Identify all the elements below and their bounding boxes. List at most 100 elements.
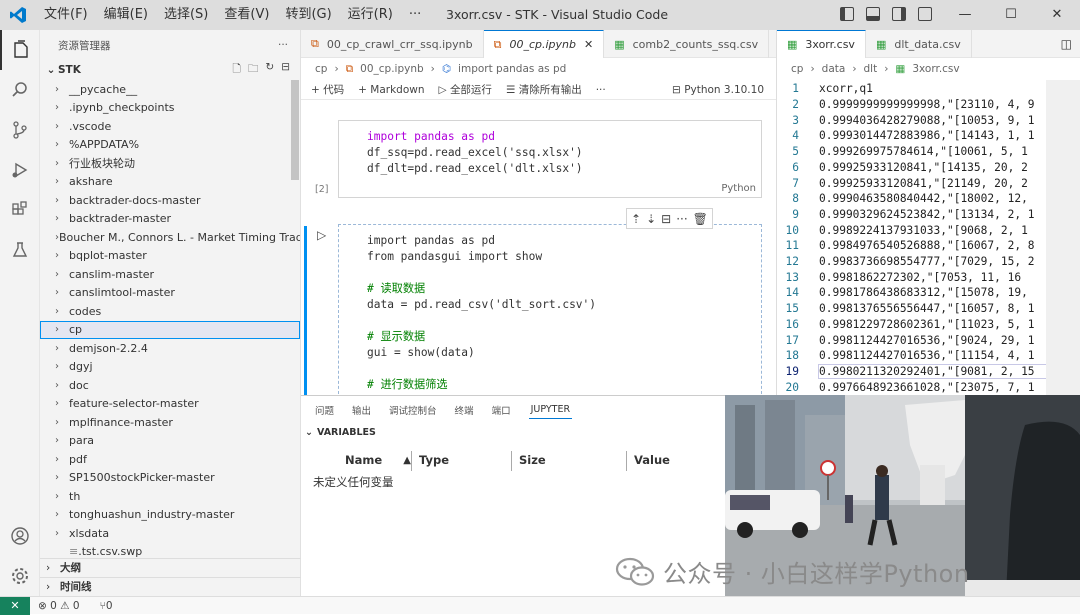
menu-go[interactable]: 转到(G) xyxy=(277,0,339,30)
cell-2-code[interactable]: import pandas as pd from pandasgui impor… xyxy=(339,225,761,393)
split-cell-icon[interactable]: ⊟ xyxy=(661,212,671,226)
tree-folder[interactable]: › tonghuashun_industry-master xyxy=(40,506,300,525)
workspace-root[interactable]: ⌄ STK 🗋 🗀 ↻ ⊟ xyxy=(40,60,300,80)
panel-tab-ports[interactable]: 端口 xyxy=(492,403,511,417)
toggle-panel-icon[interactable] xyxy=(866,7,880,21)
execute-above-icon[interactable]: ⇡ xyxy=(631,212,641,226)
maximize-button[interactable]: ☐ xyxy=(988,0,1034,30)
kernel-picker[interactable]: ⊟ Python 3.10.10 xyxy=(672,84,776,96)
tree-folder[interactable]: › canslimtool-master xyxy=(40,284,300,303)
toolbar-more-button[interactable]: ··· xyxy=(596,84,606,96)
tab-crawl-notebook[interactable]: ⧉ 00_cp_crawl_crr_ssq.ipynb xyxy=(301,30,484,58)
code-cell-2[interactable]: import pandas as pd from pandasgui impor… xyxy=(338,224,762,399)
tree-folder[interactable]: › %APPDATA% xyxy=(40,136,300,155)
breadcrumb-item[interactable]: import pandas as pd xyxy=(458,63,566,75)
clear-outputs-button[interactable]: ☰ 清除所有输出 xyxy=(506,82,582,97)
tree-folder[interactable]: › th xyxy=(40,487,300,506)
close-button[interactable]: ✕ xyxy=(1034,0,1080,30)
menu-run[interactable]: 运行(R) xyxy=(340,0,401,30)
breadcrumb-item[interactable]: 00_cp.ipynb xyxy=(360,63,424,75)
ports-status[interactable]: ⑂0 xyxy=(100,600,113,612)
tab-cp-notebook[interactable]: ⧉ 00_cp.ipynb ✕ xyxy=(483,30,605,58)
minimap[interactable] xyxy=(1046,80,1080,395)
tree-folder[interactable]: › __pycache__ xyxy=(40,80,300,99)
split-editor-icon[interactable]: ◫ xyxy=(1053,30,1080,57)
add-code-button[interactable]: + 代码 xyxy=(311,82,344,97)
refresh-icon[interactable]: ↻ xyxy=(265,61,274,79)
minimize-button[interactable]: — xyxy=(942,0,988,30)
tree-folder[interactable]: › .vscode xyxy=(40,117,300,136)
tree-folder[interactable]: › canslim-master xyxy=(40,265,300,284)
settings-gear-icon[interactable] xyxy=(0,556,40,596)
explorer-icon[interactable] xyxy=(0,30,40,70)
close-tab-icon[interactable]: ✕ xyxy=(584,38,593,51)
menu-more[interactable]: ··· xyxy=(401,0,429,30)
collapse-all-icon[interactable]: ⊟ xyxy=(281,61,290,79)
toggle-sidebar-icon[interactable] xyxy=(840,7,854,21)
tree-folder[interactable]: › dgyj xyxy=(40,358,300,377)
tab-3xorr-csv[interactable]: ▦ 3xorr.csv xyxy=(777,30,866,58)
source-control-icon[interactable] xyxy=(0,110,40,150)
account-icon[interactable] xyxy=(0,516,40,556)
breadcrumb-item[interactable]: cp xyxy=(315,63,327,75)
tree-folder[interactable]: › xlsdata xyxy=(40,524,300,543)
breadcrumb-item[interactable]: data xyxy=(822,63,846,75)
breadcrumb-item[interactable]: cp xyxy=(791,63,803,75)
execute-below-icon[interactable]: ⇣ xyxy=(646,212,656,226)
panel-tab-jupyter[interactable]: JUPYTER xyxy=(528,401,573,419)
tree-folder[interactable]: › mplfinance-master xyxy=(40,413,300,432)
breadcrumb-item[interactable]: 3xorr.csv xyxy=(912,63,959,75)
delete-cell-icon[interactable]: 🗑 xyxy=(693,212,708,226)
new-file-icon[interactable]: 🗋 xyxy=(232,61,240,79)
tree-folder[interactable]: › codes xyxy=(40,302,300,321)
panel-tab-terminal[interactable]: 终端 xyxy=(455,403,474,417)
sidebar-scrollbar[interactable] xyxy=(291,80,299,180)
panel-tab-output[interactable]: 输出 xyxy=(352,403,371,417)
run-debug-icon[interactable] xyxy=(0,150,40,190)
menu-edit[interactable]: 编辑(E) xyxy=(96,0,156,30)
panel-tab-problems[interactable]: 问题 xyxy=(315,403,334,417)
run-cell-icon[interactable]: ▷ xyxy=(317,228,326,242)
column-size[interactable]: Size xyxy=(511,448,626,472)
timeline-section[interactable]: › 时间线 xyxy=(40,577,301,595)
cell-language[interactable]: Python xyxy=(721,183,756,194)
column-name[interactable]: Name ▲ xyxy=(313,448,411,472)
cell-more-icon[interactable]: ··· xyxy=(676,212,687,226)
tree-folder[interactable]: › doc xyxy=(40,376,300,395)
tree-folder[interactable]: › 行业板块轮动 xyxy=(40,154,300,173)
tree-folder[interactable]: › backtrader-master xyxy=(40,210,300,229)
add-markdown-button[interactable]: + Markdown xyxy=(358,84,424,96)
tree-folder[interactable]: › Boucher M., Connors L. - Market Timing … xyxy=(40,228,300,247)
customize-layout-icon[interactable] xyxy=(918,7,932,21)
menu-selection[interactable]: 选择(S) xyxy=(156,0,216,30)
tree-folder[interactable]: › feature-selector-master xyxy=(40,395,300,414)
outline-section[interactable]: › 大纲 xyxy=(40,558,301,576)
tab-comb2-csv[interactable]: ▦ comb2_counts_ssq.csv xyxy=(604,30,770,58)
cell-1-code[interactable]: import pandas as pd df_ssq=pd.read_excel… xyxy=(339,121,761,177)
tree-folder[interactable]: › pdf xyxy=(40,450,300,469)
column-value[interactable]: Value xyxy=(626,448,706,472)
tree-folder[interactable]: › akshare xyxy=(40,173,300,192)
remote-indicator[interactable]: ✕ xyxy=(0,596,30,615)
run-all-button[interactable]: ▷ 全部运行 xyxy=(439,82,492,97)
code-cell-1[interactable]: import pandas as pd df_ssq=pd.read_excel… xyxy=(315,120,762,198)
toggle-secondary-sidebar-icon[interactable] xyxy=(892,7,906,21)
explorer-more-button[interactable]: ··· xyxy=(278,39,288,51)
tree-folder[interactable]: › bqplot-master xyxy=(40,247,300,266)
tree-folder[interactable]: › .ipynb_checkpoints xyxy=(40,99,300,118)
tree-folder[interactable]: › demjson-2.2.4 xyxy=(40,339,300,358)
tab-dlt-data-csv[interactable]: ▦ dlt_data.csv xyxy=(866,30,972,58)
testing-flask-icon[interactable] xyxy=(0,230,40,270)
panel-tab-debug-console[interactable]: 调试控制台 xyxy=(389,403,437,417)
menu-view[interactable]: 查看(V) xyxy=(216,0,277,30)
problems-status[interactable]: ⊗ 0 ⚠ 0 xyxy=(38,600,80,612)
menu-file[interactable]: 文件(F) xyxy=(36,0,96,30)
breadcrumb-item[interactable]: dlt xyxy=(864,63,878,75)
column-type[interactable]: Type xyxy=(411,448,511,472)
search-icon[interactable] xyxy=(0,70,40,110)
tree-folder[interactable]: › backtrader-docs-master xyxy=(40,191,300,210)
tree-folder[interactable]: › para xyxy=(40,432,300,451)
tree-folder[interactable]: › cp xyxy=(40,320,300,339)
extensions-icon[interactable] xyxy=(0,190,40,230)
new-folder-icon[interactable]: 🗀 xyxy=(248,61,259,79)
